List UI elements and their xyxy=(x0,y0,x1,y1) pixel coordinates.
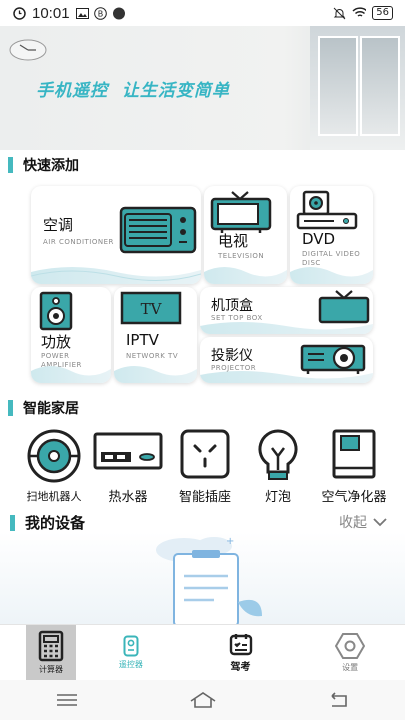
smart-socket-icon xyxy=(180,429,230,479)
mute-icon xyxy=(332,6,346,20)
tab-driving-test[interactable]: 驾考 xyxy=(186,625,296,680)
tab-label: 遥控器 xyxy=(118,660,143,669)
tab-settings[interactable]: 设置 xyxy=(295,625,405,680)
tab-label: 设置 xyxy=(342,663,359,672)
smart-home-label: 热水器 xyxy=(108,490,148,505)
quick-add-title: 快速添加 xyxy=(23,158,79,174)
battery-indicator: 56 xyxy=(372,6,393,20)
card-name: 功放 xyxy=(41,333,72,351)
tab-remote[interactable]: 遥控器 xyxy=(76,625,186,680)
home-icon[interactable] xyxy=(189,691,217,709)
quick-add-iptv[interactable]: TV IPTV NETWORK TV xyxy=(114,287,197,383)
water-heater-icon xyxy=(93,432,163,470)
my-devices-heading: 我的设备 xyxy=(10,512,85,533)
wifi-icon xyxy=(352,6,367,20)
tab-label: 计算器 xyxy=(39,665,63,674)
iptv-icon: TV xyxy=(120,291,182,325)
bottom-tab-bar: 计算器 遥控器 驾考 设置 xyxy=(0,624,405,680)
quick-add-air-conditioner[interactable]: 空调 AIR CONDITIONER xyxy=(31,186,201,284)
calculator-icon xyxy=(38,630,64,662)
smart-home-title: 智能家居 xyxy=(23,401,79,417)
smart-home-light-bulb[interactable]: 灯泡 xyxy=(242,428,314,505)
card-subtitle: AIR CONDITIONER xyxy=(43,238,114,246)
smart-home-label: 智能插座 xyxy=(178,490,231,505)
quick-add-tv[interactable]: 电视 TELEVISION xyxy=(204,186,287,284)
app-notification-icon xyxy=(112,6,126,20)
calendar-icon xyxy=(229,634,252,656)
light-bulb-icon xyxy=(258,429,298,480)
quick-add-set-top-box[interactable]: 机顶盒 SET TOP BOX xyxy=(200,287,373,334)
chevron-down-icon xyxy=(373,517,387,526)
card-name: DVD xyxy=(302,230,336,248)
status-bar: 10:01 B 56 xyxy=(0,0,405,26)
iptv-icon-text: TV xyxy=(141,300,163,318)
empty-device-list: + xyxy=(0,532,405,624)
svg-text:B: B xyxy=(98,9,104,18)
svg-text:+: + xyxy=(226,536,234,547)
quick-add-dvd[interactable]: DVD DIGITAL VIDEO DISC xyxy=(290,186,373,284)
collapse-toggle[interactable]: 收起 xyxy=(339,512,387,532)
promo-banner[interactable]: 手机遥控 让生活变简单 xyxy=(0,26,405,150)
quick-add-heading: 快速添加 xyxy=(8,155,79,175)
speaker-icon xyxy=(39,291,73,331)
back-icon[interactable] xyxy=(328,692,350,708)
card-name: 空调 xyxy=(43,216,74,234)
air-purifier-icon xyxy=(332,429,376,479)
menu-icon[interactable] xyxy=(56,693,78,707)
system-nav-bar xyxy=(0,680,405,720)
smart-home-air-purifier[interactable]: 空气净化器 xyxy=(316,428,392,505)
smart-home-water-heater[interactable]: 热水器 xyxy=(92,428,164,505)
smart-home-robot-vacuum[interactable]: 扫地机器人 xyxy=(18,428,90,504)
smart-home-label: 空气净化器 xyxy=(321,490,387,505)
card-name: IPTV xyxy=(126,331,159,349)
empty-clipboard-illustration: + xyxy=(156,536,262,624)
robot-vacuum-icon xyxy=(27,429,81,483)
smart-home-heading: 智能家居 xyxy=(8,398,79,418)
tab-label: 驾考 xyxy=(230,662,251,673)
card-name: 电视 xyxy=(218,232,249,250)
smart-home-label: 灯泡 xyxy=(264,490,291,505)
tab-calculator[interactable]: 计算器 xyxy=(26,625,76,680)
tv-icon xyxy=(210,191,272,233)
remote-icon xyxy=(123,635,139,657)
dvd-icon xyxy=(296,190,358,230)
notification-b-icon: B xyxy=(94,6,108,20)
collapse-label: 收起 xyxy=(339,515,367,531)
air-conditioner-icon xyxy=(119,206,197,254)
clock-outline-icon xyxy=(12,6,26,20)
my-devices-title: 我的设备 xyxy=(25,514,86,532)
smart-home-label: 扫地机器人 xyxy=(26,490,82,503)
wall-clock-icon xyxy=(9,39,47,61)
gallery-icon xyxy=(76,6,90,20)
quick-add-projector[interactable]: 投影仪 PROJECTOR xyxy=(200,337,373,383)
settings-icon xyxy=(335,633,366,659)
banner-slogan: 手机遥控 让生活变简单 xyxy=(36,81,230,101)
status-time: 10:01 xyxy=(32,4,70,22)
smart-home-smart-socket[interactable]: 智能插座 xyxy=(166,428,244,505)
quick-add-amplifier[interactable]: 功放 POWER AMPLIFIER xyxy=(31,287,111,383)
window-decoration xyxy=(310,26,405,150)
